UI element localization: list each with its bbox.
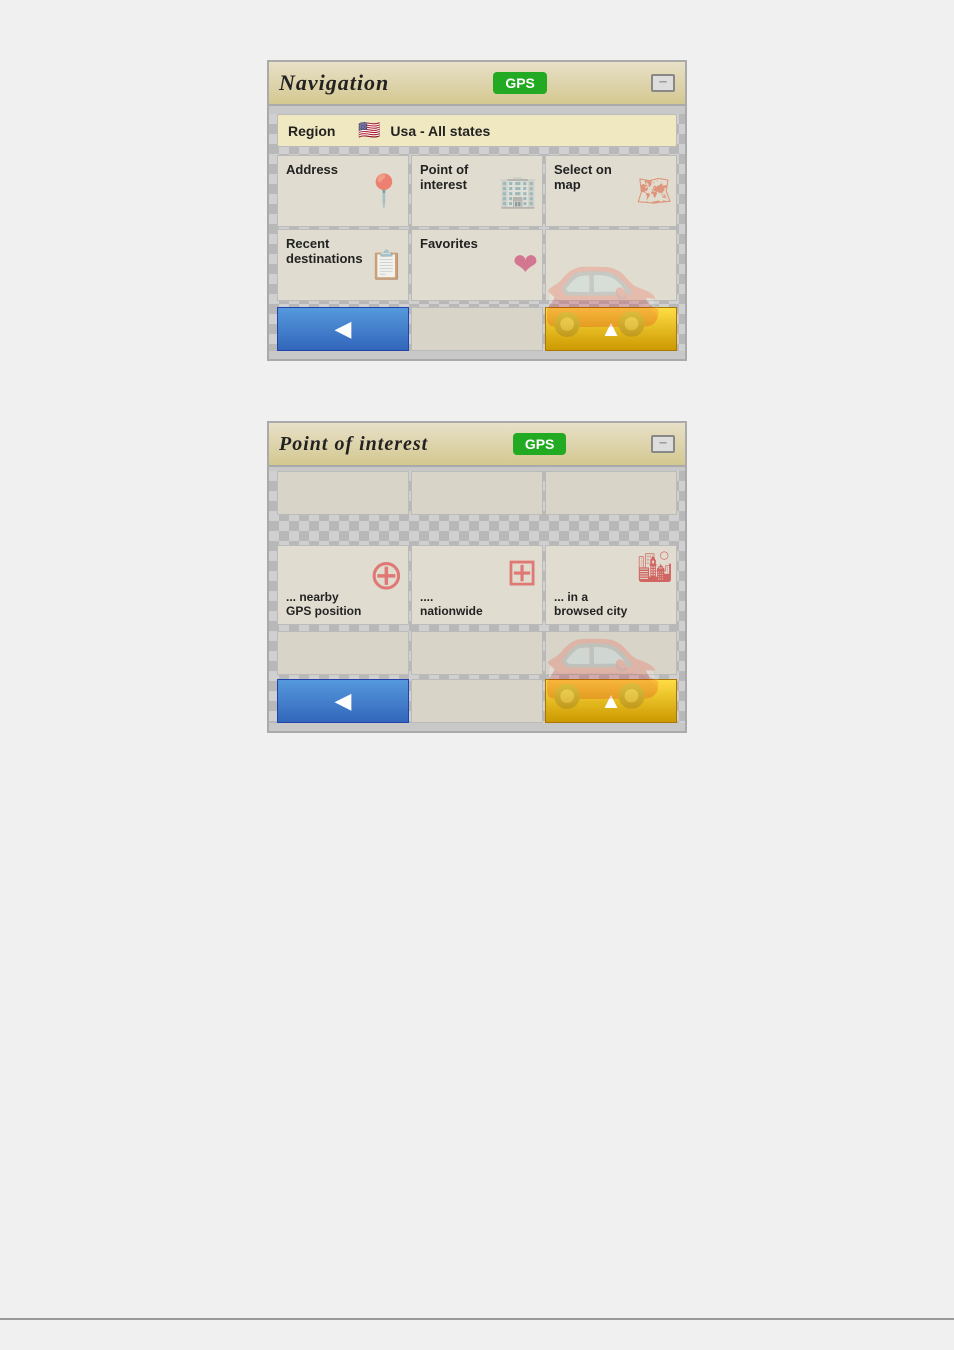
nearby-label: ... nearbyGPS position [286, 590, 400, 618]
address-cell[interactable]: Address 📍 [277, 155, 409, 227]
nav-grid: Address 📍 Point ofinterest 🏢 Select onma… [277, 155, 677, 301]
address-icon: 📍 [364, 172, 404, 210]
bottom-divider [0, 1318, 954, 1320]
main-container: Navigation GPS Region 🇺🇸 Usa - All state… [267, 60, 687, 733]
favorites-label: Favorites [420, 236, 534, 251]
nav-title: Navigation [279, 70, 389, 96]
select-map-cell[interactable]: Select onmap 🗺 [545, 155, 677, 227]
poi-header: Point of interest GPS [269, 423, 685, 467]
browsed-city-label: ... in abrowsed city [554, 590, 668, 618]
nav-header: Navigation GPS [269, 62, 685, 106]
back-button[interactable]: ◀ [277, 307, 409, 351]
region-row[interactable]: Region 🇺🇸 Usa - All states [277, 114, 677, 147]
nationwide-text: nationwide [420, 604, 534, 618]
go-button[interactable]: ▲ [545, 307, 677, 351]
nav-screen-body: Region 🇺🇸 Usa - All states Address 📍 Poi… [269, 114, 685, 351]
poi-gps-badge: GPS [513, 433, 567, 455]
spacer-3 [545, 471, 677, 515]
nearby-gps-cell[interactable]: ⊕ ... nearbyGPS position [277, 545, 409, 625]
poi-minimize-button[interactable] [651, 435, 675, 453]
address-label: Address [286, 162, 400, 177]
nationwide-icon: ⊞ [506, 550, 538, 595]
nav-empty-middle [411, 307, 543, 351]
empty-cell-1 [545, 229, 677, 301]
spacer-4 [277, 631, 409, 675]
poi-label: Point ofinterest [420, 162, 534, 192]
poi-back-button[interactable]: ◀ [277, 679, 409, 723]
spacer-6 [545, 631, 677, 675]
nav-bottom-row: ◀ ▲ [277, 307, 677, 351]
poi-cell[interactable]: Point ofinterest 🏢 [411, 155, 543, 227]
poi-empty-middle [411, 679, 543, 723]
poi-title: Point of interest [279, 433, 428, 456]
region-label: Region [288, 123, 348, 139]
poi-go-arrow-icon: ▲ [600, 688, 622, 714]
recent-destinations-cell[interactable]: Recentdestinations 📋 [277, 229, 409, 301]
recent-label: Recentdestinations [286, 236, 400, 266]
poi-go-button[interactable]: ▲ [545, 679, 677, 723]
browsed-city-cell[interactable]: 🏙 ... in abrowsed city [545, 545, 677, 625]
poi-back-arrow-icon: ◀ [335, 688, 352, 714]
poi-bottom-row: ◀ ▲ [277, 679, 677, 723]
nationwide-cell[interactable]: ⊞ .... nationwide [411, 545, 543, 625]
favorites-icon: ❤ [513, 248, 538, 283]
nationwide-label: .... [420, 590, 534, 604]
flag-icon: 🇺🇸 [358, 120, 380, 141]
spacer-2 [411, 471, 543, 515]
spacer-1 [277, 471, 409, 515]
region-value: Usa - All states [390, 123, 490, 139]
select-map-label: Select onmap [554, 162, 668, 192]
poi-grid: ⊕ ... nearbyGPS position ⊞ .... nationwi… [277, 545, 677, 625]
minimize-button[interactable] [651, 74, 675, 92]
gps-badge: GPS [493, 72, 547, 94]
spacer-5 [411, 631, 543, 675]
poi-bottom-spacer [277, 631, 677, 675]
poi-top-spacer [277, 471, 677, 515]
poi-screen-body: ⊕ ... nearbyGPS position ⊞ .... nationwi… [269, 471, 685, 723]
browsed-city-icon: 🏙 [636, 550, 674, 585]
go-arrow-icon: ▲ [600, 316, 622, 342]
back-arrow-icon: ◀ [335, 316, 352, 342]
poi-screen: Point of interest GPS ⊕ ... nearbyGPS po… [267, 421, 687, 733]
navigation-screen: Navigation GPS Region 🇺🇸 Usa - All state… [267, 60, 687, 361]
favorites-cell[interactable]: Favorites ❤ [411, 229, 543, 301]
